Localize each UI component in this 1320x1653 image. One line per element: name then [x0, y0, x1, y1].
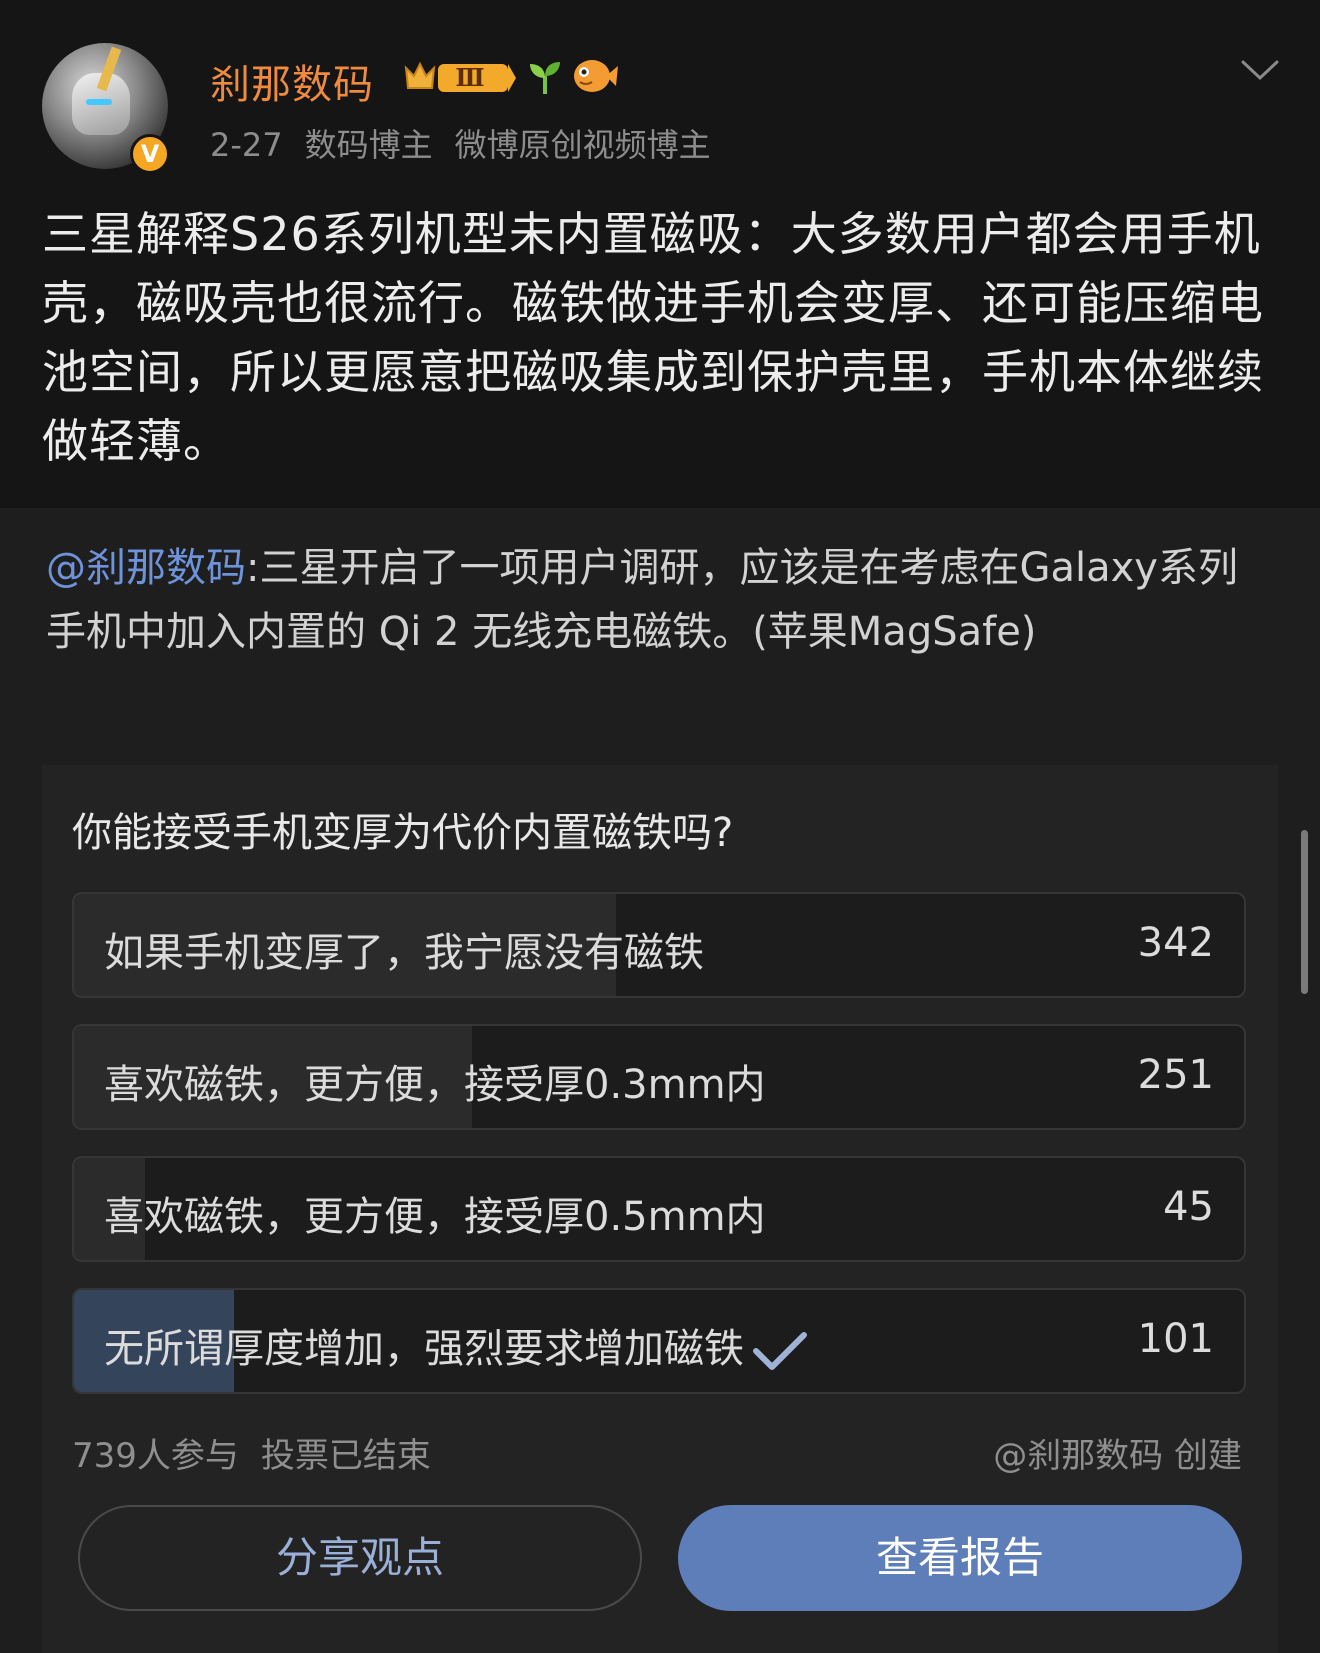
poll-option-3[interactable]: 喜欢磁铁，更方便，接受厚0.5mm内 45: [72, 1156, 1246, 1262]
tag-digital-blogger: 数码博主: [304, 126, 433, 164]
post-meta: 2-27 数码博主 微博原创视频博主: [210, 120, 733, 166]
poll-option-label: 如果手机变厚了，我宁愿没有磁铁: [104, 930, 704, 976]
poll-option-label: 喜欢磁铁，更方便，接受厚0.5mm内: [104, 1194, 766, 1240]
poll-option-count: 101: [1137, 1316, 1214, 1362]
avatar-eye: [86, 99, 112, 105]
poll-option-count: 45: [1163, 1184, 1214, 1230]
level-badge-text: Ⅲ: [455, 63, 484, 92]
chevron-down-icon[interactable]: [1240, 58, 1280, 82]
repost-mention-link[interactable]: @刹那数码: [46, 545, 246, 591]
poll-option-label: 无所谓厚度增加，强烈要求增加磁铁: [104, 1316, 808, 1374]
verified-badge-icon: V: [130, 134, 170, 174]
crown-level-badge-icon[interactable]: Ⅲ: [400, 56, 516, 96]
poll-option-2[interactable]: 喜欢磁铁，更方便，接受厚0.3mm内 251: [72, 1024, 1246, 1130]
poll-option-1[interactable]: 如果手机变厚了，我宁愿没有磁铁 342: [72, 892, 1246, 998]
poll-option-count: 251: [1137, 1052, 1214, 1098]
view-report-button[interactable]: 查看报告: [678, 1505, 1242, 1611]
check-icon: [753, 1332, 807, 1370]
poll-option-label: 喜欢磁铁，更方便，接受厚0.3mm内: [104, 1062, 766, 1108]
username[interactable]: 刹那数码: [210, 52, 374, 110]
scrollbar[interactable]: [1301, 830, 1308, 994]
poll-stats: 739人参与 投票已结束: [72, 1428, 453, 1477]
poll-option-4[interactable]: 无所谓厚度增加，强烈要求增加磁铁 101: [72, 1288, 1246, 1394]
poll-option-count: 342: [1137, 920, 1214, 966]
repost-body: @刹那数码:三星开启了一项用户调研，应该是在考虑在Galaxy系列手机中加入内置…: [46, 536, 1266, 664]
tag-video-blogger: 微博原创视频博主: [454, 126, 711, 164]
sprout-icon: [530, 62, 560, 94]
poll-status: 投票已结束: [260, 1436, 431, 1476]
post-body-text: 三星解释S26系列机型未内置磁吸：大多数用户都会用手机壳，磁吸壳也很流行。磁铁做…: [42, 207, 1264, 468]
poll-option-label-text: 无所谓厚度增加，强烈要求增加磁铁: [104, 1326, 744, 1372]
poll-creator[interactable]: @刹那数码 创建: [993, 1428, 1242, 1477]
poll-participants: 739人参与: [72, 1436, 239, 1476]
poll-question: 你能接受手机变厚为代价内置磁铁吗?: [72, 810, 734, 856]
fish-icon: [574, 60, 618, 92]
post-date: 2-27: [210, 126, 283, 164]
share-opinion-button[interactable]: 分享观点: [78, 1505, 642, 1611]
